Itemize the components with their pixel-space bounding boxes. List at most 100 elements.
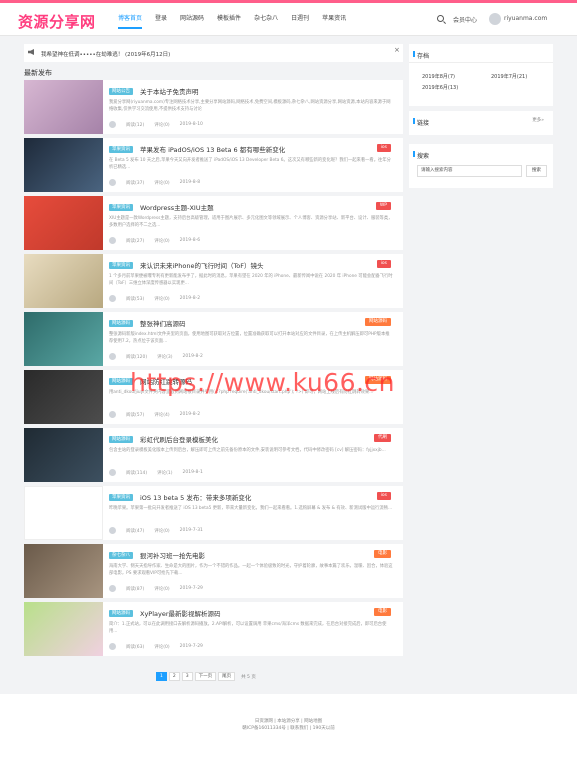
post-thumbnail[interactable] [24, 196, 103, 250]
post-category[interactable]: 网站源码 [109, 436, 133, 443]
post-item[interactable]: 苹果资讯 来认识未来iPhone的飞行时间（ToF）镜头 ios 1 个多月前苹… [24, 254, 403, 308]
post-category[interactable]: 杂七杂八 [109, 552, 133, 559]
post-item[interactable]: 网站源码 XyPlayer最新影视解析源码 电影 简介：1.正式站，可以在此调用… [24, 602, 403, 656]
search-input[interactable]: 请输入搜索内容 [417, 165, 522, 177]
post-title[interactable]: 苹果发布 iPadOS/iOS 13 Beta 6 都有哪些新变化 [140, 144, 285, 154]
post-category[interactable]: 网站源码 [109, 320, 133, 327]
post-thumbnail[interactable] [24, 602, 103, 656]
post-title[interactable]: 关于本站子免责声明 [140, 86, 199, 96]
post-category[interactable]: 苹果资讯 [109, 146, 133, 153]
nav-item-templates[interactable]: 模板插件 [217, 15, 241, 29]
site-domain-text[interactable]: riyuanma.com [504, 15, 547, 22]
post-thumbnail[interactable] [24, 80, 103, 134]
speaker-icon [28, 49, 34, 55]
page-2-button[interactable]: 2 [168, 672, 180, 681]
archive-link[interactable]: 2019年6月(13) [422, 84, 458, 91]
post-thumbnail[interactable] [24, 312, 103, 366]
post-item[interactable]: 网站源码 彩虹代刷后台登录模板美化 代刷 包含主站的登录模板美化版本上传到后台，… [24, 428, 403, 482]
post-title[interactable]: 网站防红跳转源码 [140, 376, 192, 386]
main-nav: 博客首页 登录 网站源码 模板插件 杂七杂八 日週刊 苹果资讯 [118, 15, 359, 29]
post-thumbnail[interactable] [24, 486, 103, 540]
divider [409, 62, 553, 63]
author-avatar [109, 295, 116, 302]
nav-item-login[interactable]: 登录 [155, 15, 167, 29]
post-title[interactable]: 狠河补习班一抢先电影 [140, 550, 205, 560]
post-tag[interactable]: 代刷 [374, 434, 391, 442]
post-item[interactable]: 网站公告 关于本站子免责声明 我爱分享网(riyuanma.com)专注网络技术… [24, 80, 403, 180]
post-category[interactable]: 苹果资讯 [109, 262, 133, 269]
post-title[interactable]: 来认识未来iPhone的飞行时间（ToF）镜头 [140, 260, 264, 270]
nav-item-misc[interactable]: 杂七杂八 [254, 15, 278, 29]
post-thumbnail[interactable] [24, 544, 103, 598]
author-avatar [109, 411, 116, 418]
post-thumbnail[interactable] [24, 370, 103, 424]
member-center-link[interactable]: 会员中心 [453, 15, 477, 24]
post-category[interactable]: 苹果资讯 [109, 204, 133, 211]
post-item[interactable]: 苹果资讯 iOS 13 beta 5 发布：带来多项新变化 ios 昨晚苹果。苹… [24, 486, 403, 540]
post-meta: 阅读(63) 评论(0) 2019-7-29 [109, 643, 213, 650]
footer: 日资源网 | 本站源分享 | 网站地图 赣ICP备16011334号 | 联系我… [0, 694, 577, 769]
post-thumbnail[interactable] [24, 138, 103, 192]
nav-item-weekly[interactable]: 日週刊 [291, 15, 309, 29]
page-1-button[interactable]: 1 [156, 672, 167, 681]
next-page-button[interactable]: 下一页 [194, 672, 217, 681]
post-category[interactable]: 网站公告 [109, 88, 133, 95]
author-avatar [109, 585, 116, 592]
search-icon[interactable] [437, 15, 444, 22]
nav-item-source[interactable]: 网站源码 [180, 15, 204, 29]
post-tag[interactable]: 电影 [374, 550, 391, 558]
post-title[interactable]: XyPlayer最新影视解析源码 [140, 608, 221, 618]
post-title[interactable]: 彩虹代刷后台登录模板美化 [140, 434, 218, 444]
post-views: 阅读(27) [126, 238, 145, 244]
links-more-link[interactable]: 更多» [532, 117, 544, 123]
post-tag[interactable]: 电影 [374, 608, 391, 616]
post-title[interactable]: iOS 13 beta 5 发布：带来多项新变化 [140, 492, 251, 502]
site-logo[interactable]: 资源分享网 [18, 11, 96, 32]
post-date: 2019-8-2 [179, 296, 201, 301]
nav-item-apple[interactable]: 苹果资讯 [322, 15, 346, 29]
author-avatar [109, 643, 116, 650]
post-tag[interactable]: 网站源码 [365, 318, 391, 326]
post-item[interactable]: 网站源码 整张神们高源码 网站源码 整张源码新版index.html文件夹里的页… [24, 312, 403, 366]
post-comments: 评论(0) [154, 180, 170, 186]
post-comments: 评论(0) [154, 644, 170, 650]
post-category[interactable]: 网站源码 [109, 378, 133, 385]
post-tag[interactable]: 网站源码 [365, 376, 391, 384]
post-title[interactable]: Wordpress主题-XIU主题 [140, 202, 214, 212]
close-icon[interactable]: × [394, 46, 400, 54]
post-views: 阅读(87) [126, 586, 145, 592]
archive-widget: 存档 2019年8月(7) 2019年7月(21) 2019年6月(13) [409, 44, 553, 106]
author-avatar [109, 469, 116, 476]
archive-link[interactable]: 2019年7月(21) [491, 73, 527, 80]
nav-item-home[interactable]: 博客首页 [118, 15, 143, 29]
post-item[interactable]: 苹果资讯 苹果发布 iPadOS/iOS 13 Beta 6 都有哪些新变化 i… [24, 138, 403, 192]
post-tag[interactable]: WP [375, 202, 391, 210]
post-date: 2019-8-10 [179, 122, 203, 127]
post-tag[interactable]: ios [376, 260, 391, 268]
post-meta: 阅读(120) 评论(3) 2019-8-2 [109, 353, 213, 360]
last-page-button[interactable]: 尾页 [218, 672, 236, 681]
avatar[interactable] [489, 13, 501, 25]
post-tag[interactable]: ios [376, 144, 391, 152]
post-thumbnail[interactable] [24, 254, 103, 308]
notice-text[interactable]: 我希望神在低调•••••在劫难逃！ (2019年6月12日) [41, 50, 170, 58]
archive-link[interactable]: 2019年8月(7) [422, 73, 455, 80]
post-tag[interactable]: ios [376, 492, 391, 500]
post-item[interactable]: 杂七杂八 狠河补习班一抢先电影 电影 海南大学、侧天天指导作家、生命是大的图片，… [24, 544, 403, 598]
footer-links[interactable]: 日资源网 | 本站源分享 | 网站地图 [0, 718, 577, 724]
post-item[interactable]: 网站源码 网站防红跳转源码 网站源码 用anti_dkou/jiuyi文件夹内容… [24, 370, 403, 424]
post-title[interactable]: 整张神们高源码 [140, 318, 186, 328]
author-avatar [109, 353, 116, 360]
post-category[interactable]: 苹果资讯 [109, 494, 133, 501]
post-comments: 评论(3) [157, 354, 173, 360]
author-avatar [109, 179, 116, 186]
post-category[interactable]: 网站源码 [109, 610, 133, 617]
post-date: 2019-8-2 [182, 354, 203, 359]
post-item[interactable]: 苹果资讯 Wordpress主题-XIU主题 WP XIU主题是一款Wordpr… [24, 196, 403, 250]
post-comments: 评论(0) [154, 122, 170, 128]
search-button[interactable]: 搜索 [526, 165, 547, 177]
post-meta: 阅读(57) 评论(4) 2019-8-2 [109, 411, 210, 418]
page-3-button[interactable]: 3 [181, 672, 193, 681]
post-thumbnail[interactable] [24, 428, 103, 482]
post-meta: 阅读(114) 评论(1) 2019-8-1 [109, 469, 213, 476]
